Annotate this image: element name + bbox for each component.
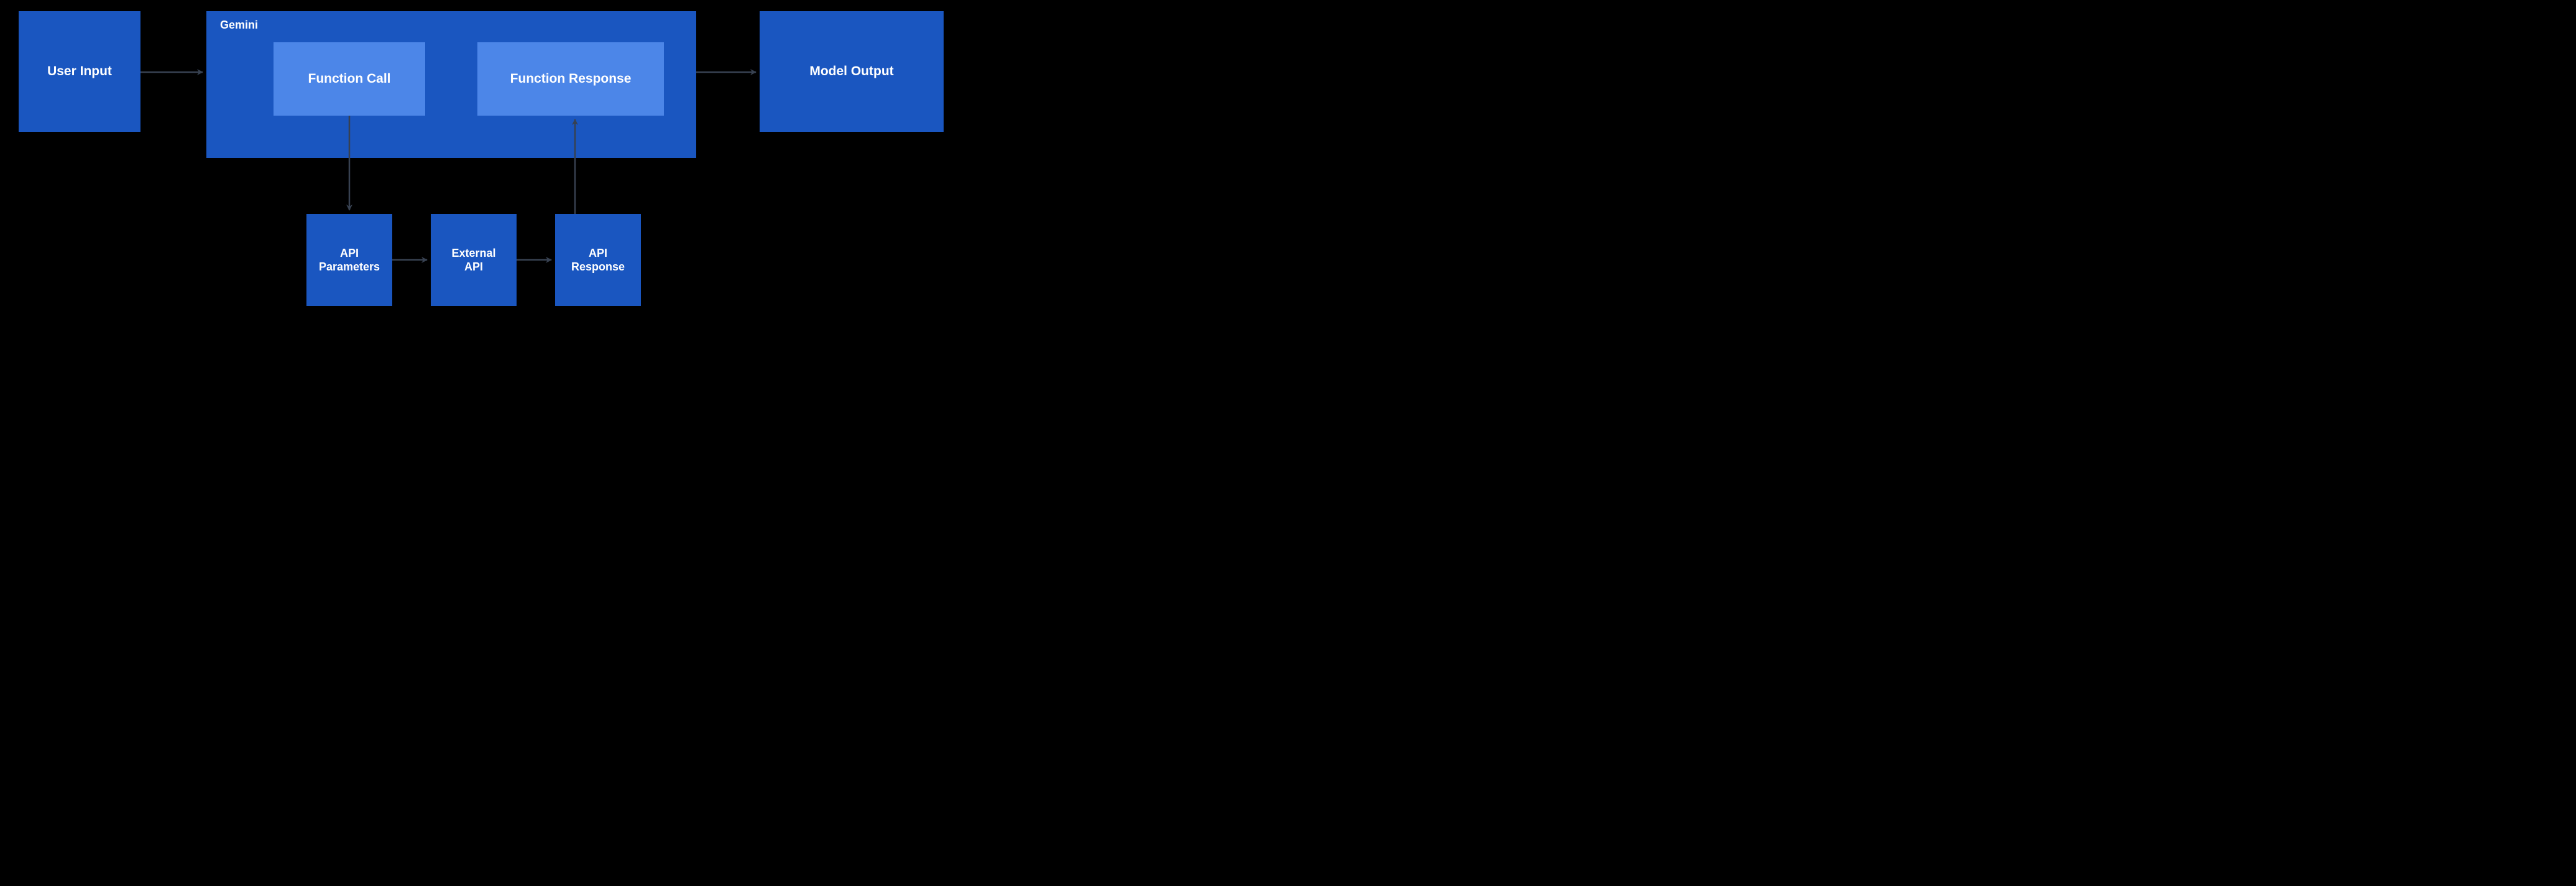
flow-diagram: Gemini User Input Function Call Function…: [0, 0, 970, 333]
node-label: API Response: [571, 246, 625, 274]
node-label: Function Call: [308, 72, 391, 86]
node-function-response: Function Response: [477, 42, 664, 116]
node-external-api: External API: [431, 214, 517, 306]
node-label: Function Response: [510, 72, 632, 86]
node-model-output: Model Output: [760, 11, 944, 132]
node-label: Model Output: [809, 64, 893, 79]
node-user-input: User Input: [19, 11, 140, 132]
node-function-call: Function Call: [274, 42, 425, 116]
node-label: User Input: [47, 64, 112, 79]
node-label: API Parameters: [319, 246, 380, 274]
gemini-label: Gemini: [220, 19, 258, 32]
node-api-response: API Response: [555, 214, 641, 306]
node-label: External API: [451, 246, 495, 274]
node-api-parameters: API Parameters: [306, 214, 392, 306]
